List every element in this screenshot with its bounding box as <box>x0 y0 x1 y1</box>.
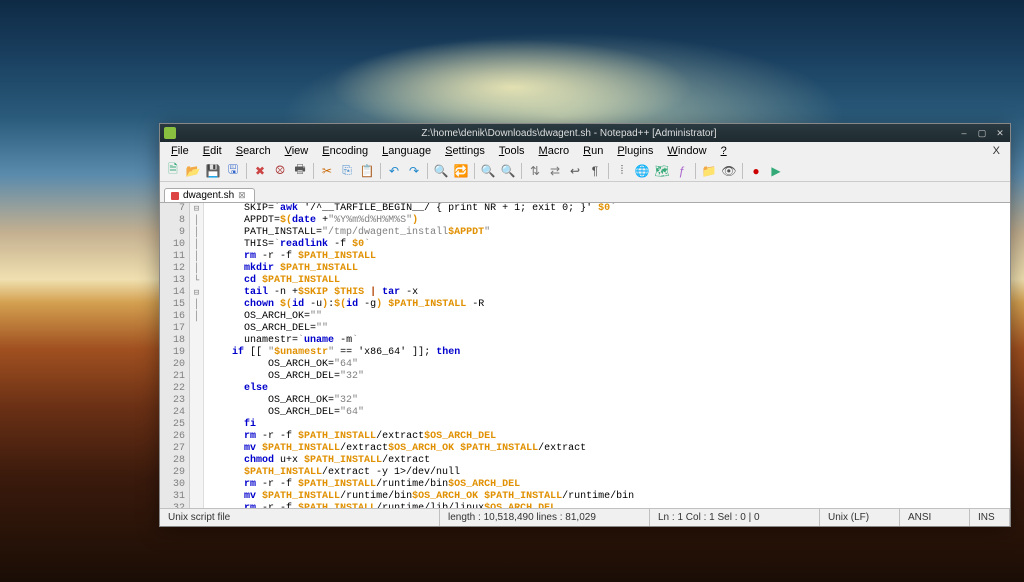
toolbar: 🗎📂💾🖫✖⮾🖶✂⎘📋↶↷🔍🔁🔍🔍⇅⇄↩¶⦙🌐🗺ƒ📁👁●▶ <box>160 160 1010 182</box>
menubar: FileEditSearchViewEncodingLanguageSettin… <box>160 142 1010 160</box>
statusbar: Unix script file length : 10,518,490 lin… <box>160 508 1010 526</box>
status-mode: INS <box>970 509 1010 526</box>
zoom-out-icon[interactable]: 🔍 <box>499 162 517 180</box>
lang-icon[interactable]: 🌐 <box>633 162 651 180</box>
menu-settings[interactable]: Settings <box>438 144 492 158</box>
record-icon[interactable]: ● <box>747 162 765 180</box>
whitespace-icon[interactable]: ¶ <box>586 162 604 180</box>
folder-icon[interactable]: 📁 <box>700 162 718 180</box>
menu-macro[interactable]: Macro <box>532 144 577 158</box>
titlebar[interactable]: Z:\home\denik\Downloads\dwagent.sh - Not… <box>160 124 1010 142</box>
window-title: Z:\home\denik\Downloads\dwagent.sh - Not… <box>180 128 958 139</box>
close-all-icon[interactable]: ⮾ <box>271 162 289 180</box>
menu-file[interactable]: File <box>164 144 196 158</box>
menu-search[interactable]: Search <box>229 144 278 158</box>
editor[interactable]: 7891011121314151617181920212223242526272… <box>160 202 1010 508</box>
redo-icon[interactable]: ↷ <box>405 162 423 180</box>
line-number-gutter: 7891011121314151617181920212223242526272… <box>160 203 190 508</box>
tab-dwagent[interactable]: dwagent.sh ⊠ <box>164 188 255 202</box>
status-filetype: Unix script file <box>160 509 440 526</box>
close-button[interactable]: ✕ <box>994 127 1006 139</box>
menu-tools[interactable]: Tools <box>492 144 532 158</box>
indent-guide-icon[interactable]: ⦙ <box>613 162 631 180</box>
menu-[interactable]: ? <box>714 144 734 158</box>
fold-margin[interactable]: ⊟│││││└⊟││ <box>190 203 204 508</box>
menu-encoding[interactable]: Encoding <box>315 144 375 158</box>
file-type-icon <box>171 192 179 200</box>
minimize-button[interactable]: – <box>958 127 970 139</box>
status-eol: Unix (LF) <box>820 509 900 526</box>
notepadpp-window: Z:\home\denik\Downloads\dwagent.sh - Not… <box>159 123 1011 527</box>
print-icon[interactable]: 🖶 <box>291 162 309 180</box>
menu-view[interactable]: View <box>278 144 316 158</box>
sync-v-icon[interactable]: ⇅ <box>526 162 544 180</box>
menu-window[interactable]: Window <box>660 144 713 158</box>
close-icon[interactable]: ✖ <box>251 162 269 180</box>
status-position: Ln : 1 Col : 1 Sel : 0 | 0 <box>650 509 820 526</box>
tabbar: dwagent.sh ⊠ <box>160 182 1010 202</box>
paste-icon[interactable]: 📋 <box>358 162 376 180</box>
save-icon[interactable]: 💾 <box>204 162 222 180</box>
menu-language[interactable]: Language <box>375 144 438 158</box>
tab-label: dwagent.sh <box>183 190 234 201</box>
document-close-button[interactable]: X <box>987 145 1006 157</box>
monitor-icon[interactable]: 👁 <box>720 162 738 180</box>
save-all-icon[interactable]: 🖫 <box>224 162 242 180</box>
find-icon[interactable]: 🔍 <box>432 162 450 180</box>
cut-icon[interactable]: ✂ <box>318 162 336 180</box>
maximize-button[interactable]: ▢ <box>976 127 988 139</box>
menu-plugins[interactable]: Plugins <box>610 144 660 158</box>
replace-icon[interactable]: 🔁 <box>452 162 470 180</box>
doc-map-icon[interactable]: 🗺 <box>653 162 671 180</box>
app-icon <box>164 127 176 139</box>
code-area[interactable]: SKIP=`awk '/^__TARFILE_BEGIN__/ { print … <box>204 203 1010 508</box>
copy-icon[interactable]: ⎘ <box>338 162 356 180</box>
tab-close-icon[interactable]: ⊠ <box>238 190 246 201</box>
status-encoding: ANSI <box>900 509 970 526</box>
wrap-icon[interactable]: ↩ <box>566 162 584 180</box>
sync-h-icon[interactable]: ⇄ <box>546 162 564 180</box>
new-file-icon[interactable]: 🗎 <box>164 162 182 180</box>
func-list-icon[interactable]: ƒ <box>673 162 691 180</box>
play-icon[interactable]: ▶ <box>767 162 785 180</box>
undo-icon[interactable]: ↶ <box>385 162 403 180</box>
open-file-icon[interactable]: 📂 <box>184 162 202 180</box>
menu-edit[interactable]: Edit <box>196 144 229 158</box>
status-length: length : 10,518,490 lines : 81,029 <box>440 509 650 526</box>
zoom-in-icon[interactable]: 🔍 <box>479 162 497 180</box>
menu-run[interactable]: Run <box>576 144 610 158</box>
